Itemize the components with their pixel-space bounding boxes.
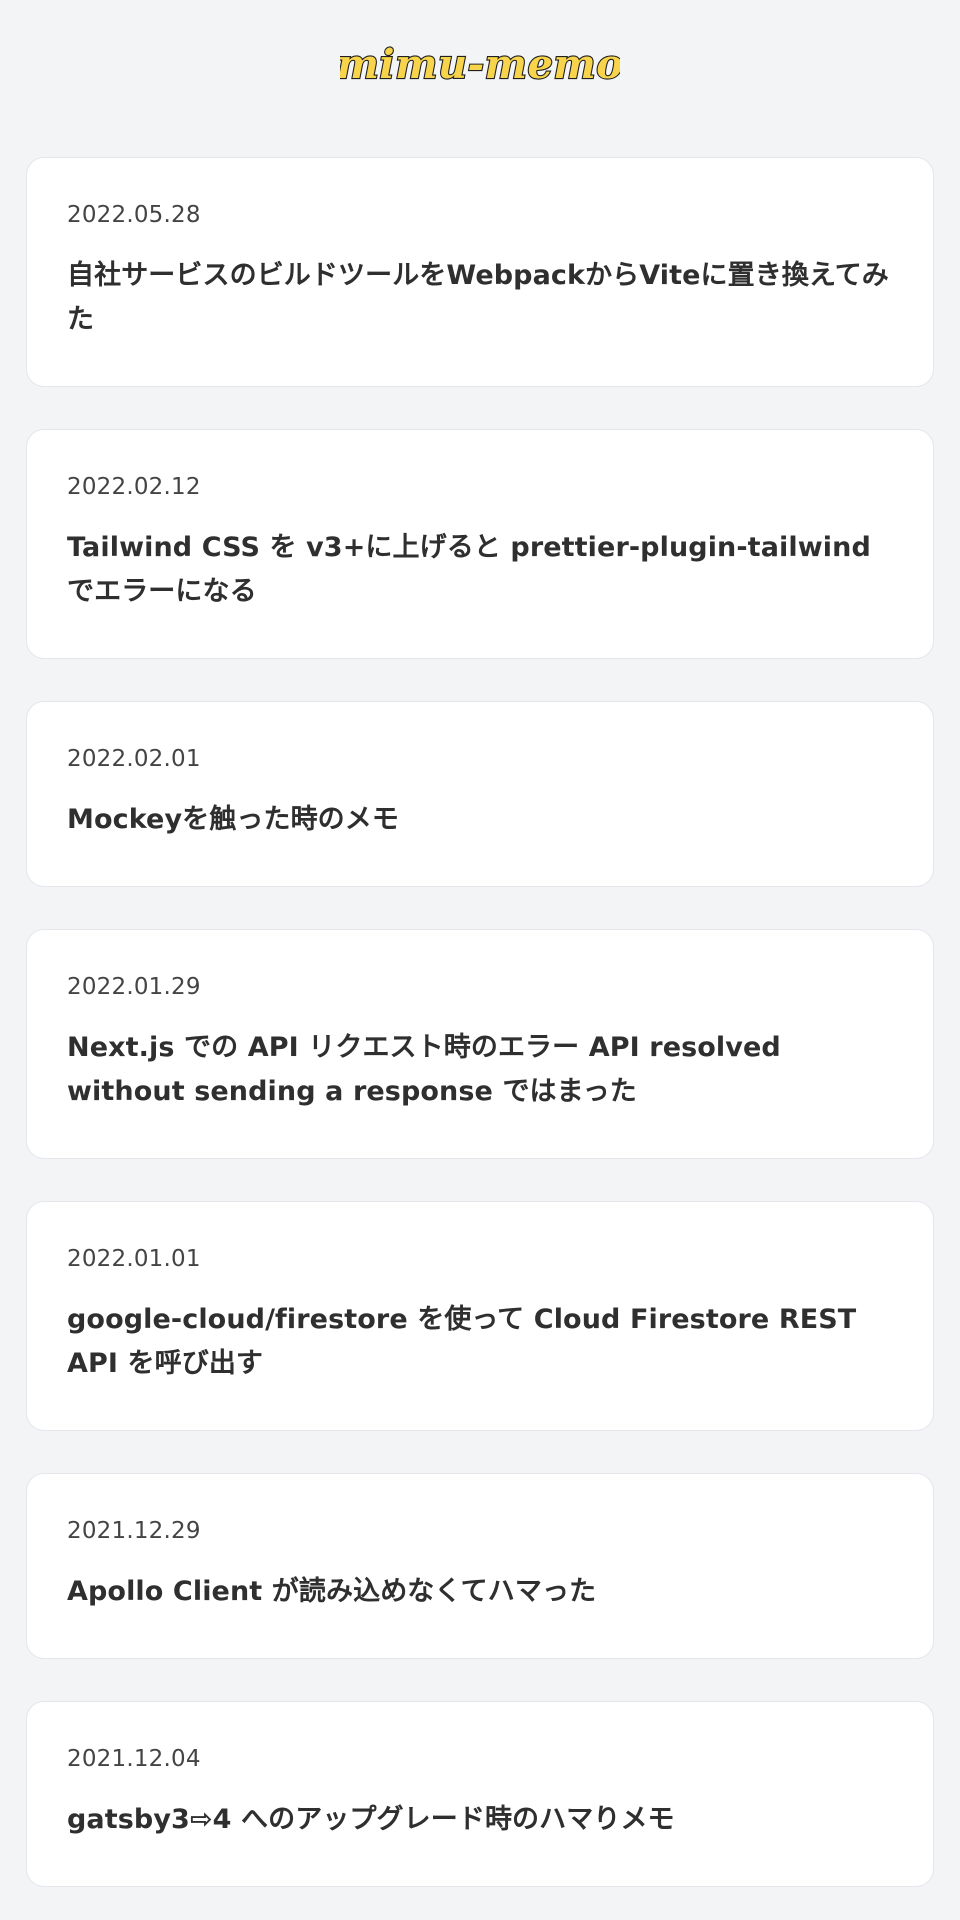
post-title: Next.js での API リクエスト時のエラー API resolved w… [67, 1032, 781, 1107]
post-title: Apollo Client が読み込めなくてハマった [67, 1576, 597, 1607]
post-title: gatsby3⇨4 へのアップグレード時のハマりメモ [67, 1804, 675, 1835]
post-list: 2022.05.28 自社サービスのビルドツールをWebpackからViteに置… [0, 128, 960, 1920]
site-header: mimu-memo [0, 0, 960, 128]
post-date: 2022.05.28 [67, 202, 201, 228]
post-date: 2022.02.12 [67, 474, 201, 500]
post-card[interactable]: 2022.02.12 Tailwind CSS を v3+に上げると prett… [26, 429, 934, 659]
post-date: 2022.01.29 [67, 974, 201, 1000]
post-card[interactable]: 2022.01.01 google-cloud/firestore を使って C… [26, 1201, 934, 1431]
site-logo-link[interactable]: mimu-memo [340, 34, 620, 94]
post-date: 2021.12.29 [67, 1518, 201, 1544]
post-card[interactable]: 2021.12.29 Apollo Client が読み込めなくてハマった [26, 1473, 934, 1659]
post-card[interactable]: 2022.02.01 Mockeyを触った時のメモ [26, 701, 934, 887]
post-card[interactable]: 2022.05.28 自社サービスのビルドツールをWebpackからViteに置… [26, 157, 934, 387]
post-card[interactable]: 2021.12.04 gatsby3⇨4 へのアップグレード時のハマりメモ [26, 1701, 934, 1887]
post-title: google-cloud/firestore を使って Cloud Firest… [67, 1304, 857, 1379]
post-title: 自社サービスのビルドツールをWebpackからViteに置き換えてみた [67, 260, 889, 335]
site-logo: mimu-memo [340, 40, 620, 89]
post-card[interactable]: 2022.01.29 Next.js での API リクエスト時のエラー API… [26, 929, 934, 1159]
post-title: Tailwind CSS を v3+に上げると prettier-plugin-… [67, 532, 871, 607]
post-date: 2022.02.01 [67, 746, 201, 772]
post-title: Mockeyを触った時のメモ [67, 804, 399, 835]
post-date: 2021.12.04 [67, 1746, 201, 1772]
post-date: 2022.01.01 [67, 1246, 201, 1272]
logo-text: mimu-memo [340, 41, 620, 88]
